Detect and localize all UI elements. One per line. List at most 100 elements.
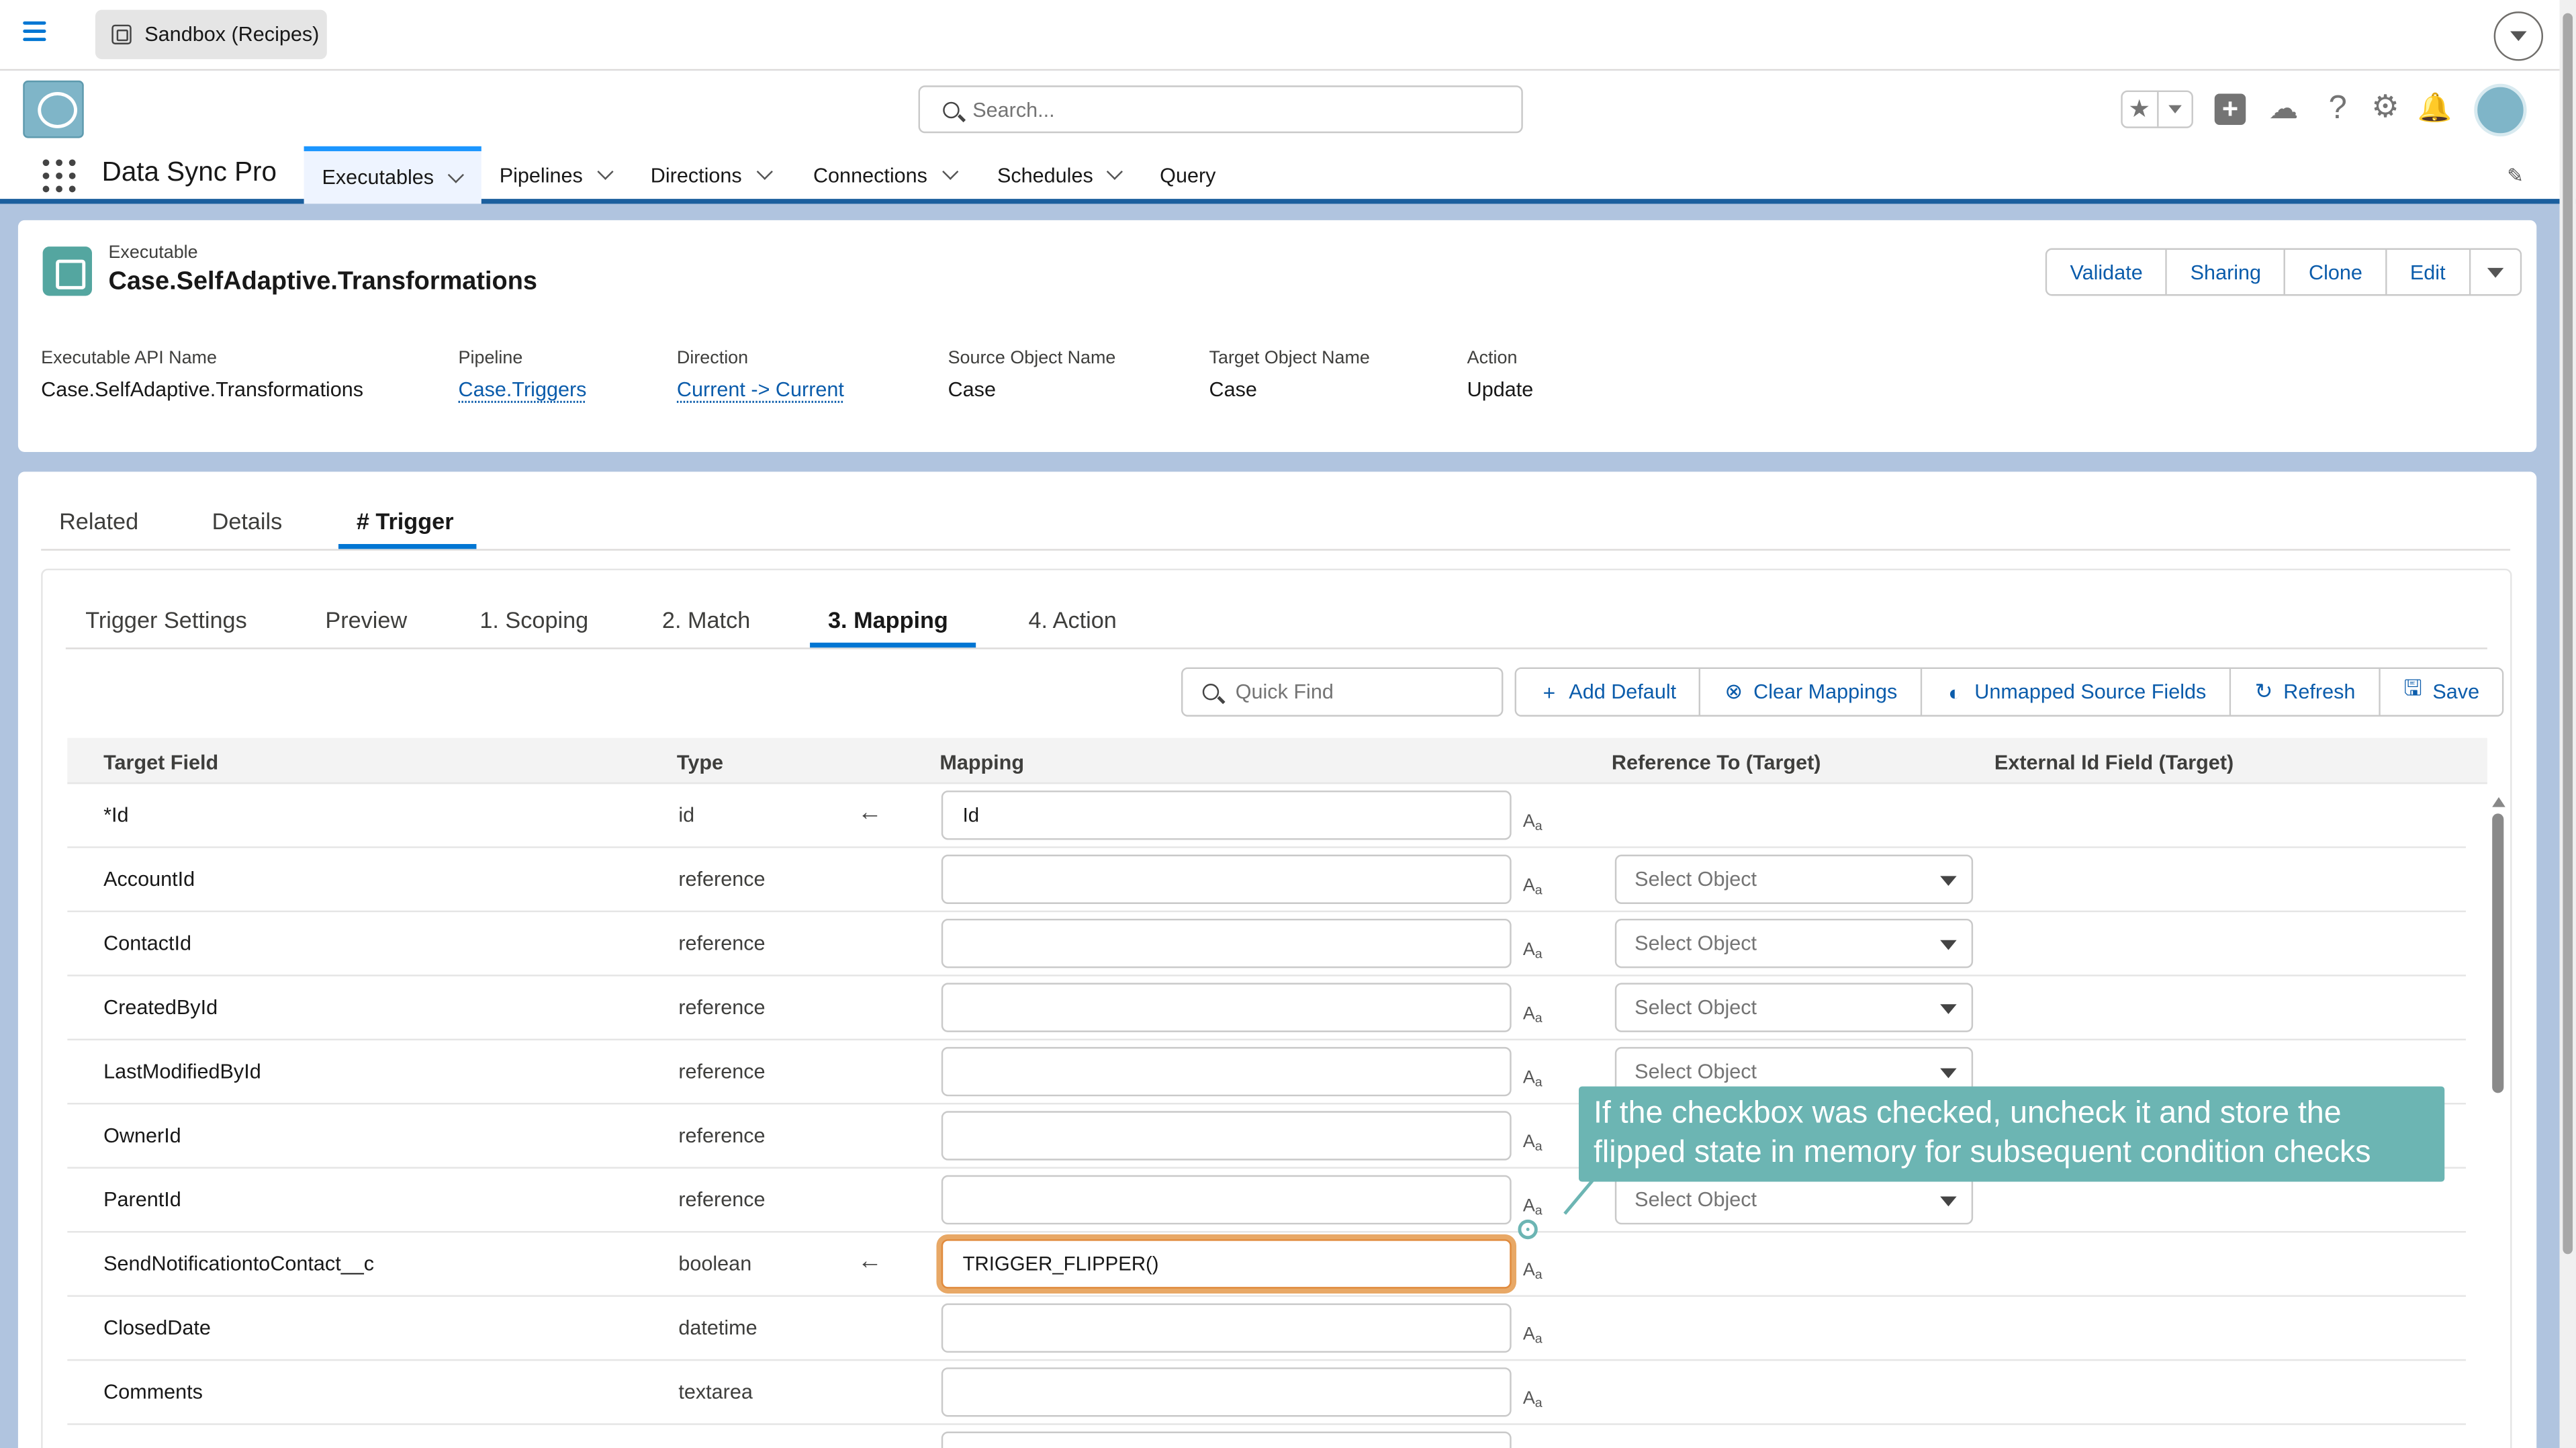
clear-mappings-button[interactable]: ⊗ Clear Mappings <box>1700 669 1922 715</box>
chevron-down-icon <box>1940 940 1957 950</box>
clone-button[interactable]: Clone <box>2285 249 2387 295</box>
sharing-button[interactable]: Sharing <box>2167 249 2286 295</box>
scroll-up-icon[interactable] <box>2492 797 2505 807</box>
quick-find-placeholder: Quick Find <box>1235 680 1334 704</box>
nav-tab-label: Executables <box>322 166 434 189</box>
app-launcher-icon[interactable] <box>42 159 76 193</box>
text-format-icon[interactable]: Aa <box>1523 1004 1543 1026</box>
mapping-input[interactable] <box>941 1046 1512 1097</box>
subtab-scoping[interactable]: 1. Scoping <box>479 606 588 633</box>
toggle-icon: ◐ <box>1948 679 1962 705</box>
tab-trigger[interactable]: # Trigger <box>357 508 454 534</box>
scroll-thumb[interactable] <box>2492 813 2504 1093</box>
edit-button[interactable]: Edit <box>2387 249 2471 295</box>
nav-tab-query[interactable]: Query <box>1142 146 1234 204</box>
pipeline-link[interactable]: Case.Triggers <box>459 378 587 401</box>
mapping-input[interactable] <box>941 1431 1512 1448</box>
text-format-icon[interactable]: Aa <box>1523 876 1543 897</box>
mapping-input[interactable] <box>941 1111 1512 1161</box>
mapping-input[interactable] <box>941 854 1512 904</box>
unmapped-source-fields-button[interactable]: ◐ Unmapped Source Fields <box>1921 669 2232 715</box>
text-format-icon[interactable]: Aa <box>1523 1132 1543 1154</box>
chevron-down-icon[interactable] <box>1107 163 1123 180</box>
nav-tab-schedules[interactable]: Schedules <box>979 146 1139 204</box>
help-icon[interactable]: ? <box>2319 91 2356 127</box>
mapping-input[interactable] <box>941 1367 1512 1417</box>
text-format-icon[interactable]: Aa <box>1523 812 1543 833</box>
edit-nav-icon[interactable]: ✎ <box>2507 165 2524 187</box>
tab-details[interactable]: Details <box>212 508 283 534</box>
reference-object-select[interactable]: Select Object <box>1614 983 1974 1032</box>
text-format-icon[interactable]: Aa <box>1523 1324 1543 1346</box>
nav-tab-directions[interactable]: Directions <box>633 146 788 204</box>
col-external-id[interactable]: External Id Field (Target) <box>1994 751 2234 774</box>
subtab-action[interactable]: 4. Action <box>1028 606 1116 633</box>
col-reference-to[interactable]: Reference To (Target) <box>1612 751 1821 774</box>
search-placeholder: Search... <box>972 97 1055 121</box>
mapping-input[interactable] <box>941 983 1512 1032</box>
button-label: Refresh <box>2283 680 2356 704</box>
refresh-button[interactable]: ↻ Refresh <box>2231 669 2381 715</box>
text-format-icon[interactable]: Aa <box>1523 1261 1543 1282</box>
chevron-down-icon[interactable] <box>448 166 465 183</box>
nav-tab-executables[interactable]: Executables <box>304 146 481 204</box>
mapping-input-highlighted[interactable]: TRIGGER_FLIPPER() <box>941 1239 1512 1289</box>
validate-button[interactable]: Validate <box>2047 249 2168 295</box>
subtab-match[interactable]: 2. Match <box>662 606 750 633</box>
global-search-input[interactable]: Search... <box>918 85 1523 134</box>
text-format-icon[interactable]: Aa <box>1523 1197 1543 1218</box>
bell-icon[interactable]: 🔔 <box>2417 91 2453 127</box>
table-scrollbar[interactable] <box>2491 797 2507 1448</box>
add-default-button[interactable]: + Add Default <box>1516 669 1701 715</box>
subtab-divider <box>65 647 2487 649</box>
col-type[interactable]: Type <box>677 751 723 774</box>
tab-related[interactable]: Related <box>59 508 138 534</box>
gear-icon[interactable]: ⚙ <box>2367 91 2403 127</box>
target-field-name: AccountId <box>103 868 195 891</box>
favorites-button[interactable]: ★ <box>2121 90 2193 128</box>
top-dropdown-button[interactable] <box>2493 11 2544 61</box>
avatar[interactable] <box>2474 83 2527 137</box>
org-switcher[interactable]: Sandbox (Recipes) <box>95 9 327 60</box>
direction-link[interactable]: Current -> Current <box>677 378 844 401</box>
page-scrollbar[interactable] <box>2559 0 2576 1448</box>
chevron-down-icon[interactable] <box>596 163 613 180</box>
chevron-down-icon[interactable] <box>941 163 958 180</box>
col-mapping[interactable]: Mapping <box>939 751 1024 774</box>
reference-object-select[interactable]: Select Object <box>1614 918 1974 968</box>
reference-object-select[interactable]: Select Object <box>1614 854 1974 904</box>
nav-tab-pipelines[interactable]: Pipelines <box>481 146 629 204</box>
select-placeholder: Select Object <box>1635 996 1757 1020</box>
reference-object-select[interactable]: Select Object <box>1614 1175 1974 1225</box>
page-scroll-thumb[interactable] <box>2563 13 2573 1255</box>
text-format-icon[interactable]: Aa <box>1523 1069 1543 1090</box>
chevron-down-icon <box>2486 267 2503 277</box>
add-icon[interactable]: + <box>2214 93 2246 125</box>
subtab-mapping[interactable]: 3. Mapping <box>828 606 948 633</box>
field-label: Executable API Name <box>41 348 217 369</box>
mapping-input[interactable]: Id <box>941 790 1512 840</box>
trailhead-icon[interactable]: ☁ <box>2266 91 2302 127</box>
chevron-down-icon[interactable] <box>755 163 772 180</box>
mapping-input[interactable] <box>941 918 1512 968</box>
more-actions-button[interactable] <box>2470 249 2520 295</box>
subtab-trigger-settings[interactable]: Trigger Settings <box>85 606 247 633</box>
nav-tab-connections[interactable]: Connections <box>795 146 973 204</box>
target-field-name: ParentId <box>103 1188 181 1212</box>
col-target-field[interactable]: Target Field <box>103 751 218 774</box>
star-icon[interactable]: ★ <box>2123 92 2158 127</box>
subtab-preview[interactable]: Preview <box>325 606 407 633</box>
field-label: Pipeline <box>458 348 523 369</box>
target-field-name: LastModifiedById <box>103 1060 261 1083</box>
table-header: Target Field Type Mapping Reference To (… <box>67 737 2487 784</box>
text-format-icon[interactable]: Aa <box>1523 1389 1543 1410</box>
field-type: datetime <box>678 1316 757 1340</box>
mapping-input[interactable] <box>941 1175 1512 1225</box>
menu-icon[interactable] <box>23 21 46 44</box>
button-label: Save <box>2432 680 2480 704</box>
save-button[interactable]: 🖫 Save <box>2380 669 2503 715</box>
text-format-icon[interactable]: Aa <box>1523 940 1543 962</box>
favorites-dropdown[interactable] <box>2158 105 2191 114</box>
quick-find-input[interactable]: Quick Find <box>1181 667 1504 717</box>
mapping-input[interactable] <box>941 1303 1512 1353</box>
